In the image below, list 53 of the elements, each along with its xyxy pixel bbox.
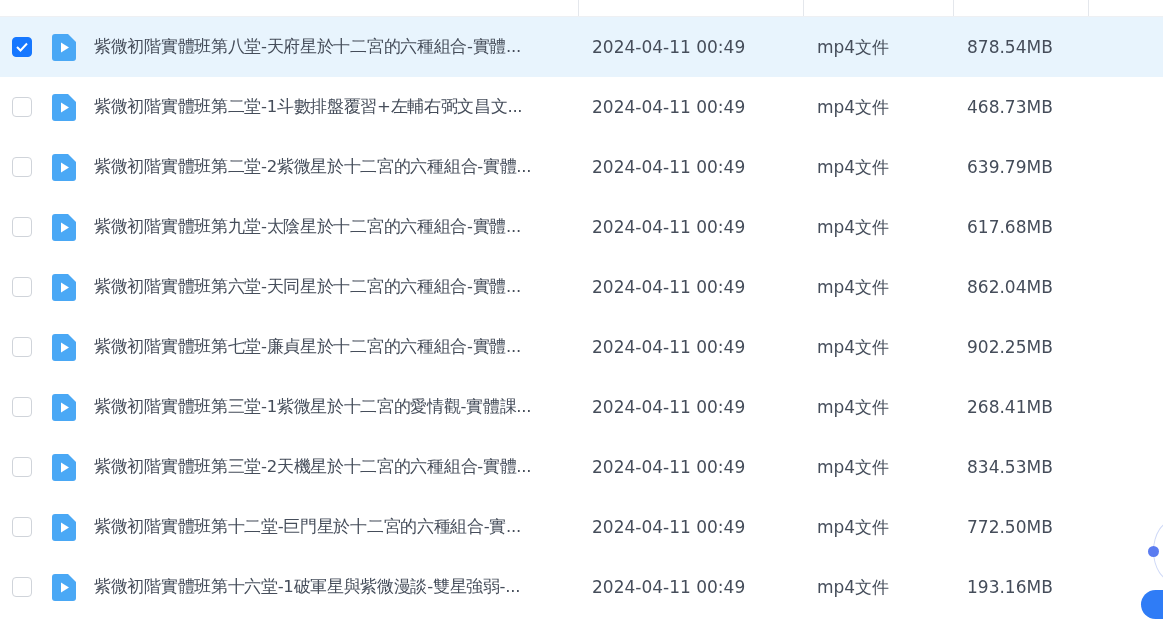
video-file-icon [52,393,76,421]
file-size: 468.73MB [967,97,1054,117]
dot-icon [1148,546,1159,557]
file-size: 268.41MB [967,397,1054,417]
file-name[interactable]: 紫微初階實體班第十二堂-巨門星於十二宮的六種組合-實... [94,516,592,538]
checkbox[interactable] [12,37,32,57]
file-size: 772.50MB [967,517,1054,537]
file-type: mp4文件 [817,575,891,599]
file-type: mp4文件 [817,455,891,479]
video-file-icon [52,513,76,541]
video-file-icon [52,33,76,61]
modified-date: 2024-04-11 00:49 [592,337,747,357]
modified-date: 2024-04-11 00:49 [592,157,747,177]
file-size: 617.68MB [967,217,1054,237]
modified-date: 2024-04-11 00:49 [592,577,747,597]
file-name[interactable]: 紫微初階實體班第九堂-太陰星於十二宮的六種組合-實體... [94,216,592,238]
file-type: mp4文件 [817,515,891,539]
file-type: mp4文件 [817,395,891,419]
file-type: mp4文件 [817,215,891,239]
video-file-icon [52,93,76,121]
video-file-icon [52,453,76,481]
modified-date: 2024-04-11 00:49 [592,277,747,297]
file-name[interactable]: 紫微初階實體班第三堂-1紫微星於十二宮的愛情觀-實體課... [94,396,592,418]
file-size: 834.53MB [967,457,1054,477]
file-name[interactable]: 紫微初階實體班第七堂-廉貞星於十二宮的六種組合-實體... [94,336,592,358]
file-size: 862.04MB [967,277,1054,297]
file-size: 902.25MB [967,337,1054,357]
video-file-icon [52,213,76,241]
file-type: mp4文件 [817,155,891,179]
modified-date: 2024-04-11 00:49 [592,37,747,57]
modified-date: 2024-04-11 00:49 [592,457,747,477]
file-name[interactable]: 紫微初階實體班第十六堂-1破軍星與紫微漫談-雙星強弱-... [94,576,592,598]
file-name[interactable]: 紫微初階實體班第二堂-2紫微星於十二宮的六種組合-實體... [94,156,592,178]
file-name[interactable]: 紫微初階實體班第八堂-天府星於十二宮的六種組合-實體... [94,36,592,58]
modified-date: 2024-04-11 00:49 [592,517,747,537]
video-file-icon [52,273,76,301]
modified-date: 2024-04-11 00:49 [592,217,747,237]
file-type: mp4文件 [817,35,891,59]
file-name[interactable]: 紫微初階實體班第二堂-1斗數排盤覆習+左輔右弼文昌文... [94,96,592,118]
video-file-icon [52,333,76,361]
file-name[interactable]: 紫微初階實體班第六堂-天同星於十二宮的六種組合-實體... [94,276,592,298]
check-icon [16,42,28,52]
file-type: mp4文件 [817,335,891,359]
modified-date: 2024-04-11 00:49 [592,397,747,417]
file-size: 639.79MB [967,157,1054,177]
video-file-icon [52,153,76,181]
file-size: 193.16MB [967,577,1054,597]
video-file-icon [52,573,76,601]
file-type: mp4文件 [817,275,891,299]
modified-date: 2024-04-11 00:49 [592,97,747,117]
file-type: mp4文件 [817,95,891,119]
file-name[interactable]: 紫微初階實體班第三堂-2天機星於十二宮的六種組合-實體... [94,456,592,478]
file-size: 878.54MB [967,37,1054,57]
